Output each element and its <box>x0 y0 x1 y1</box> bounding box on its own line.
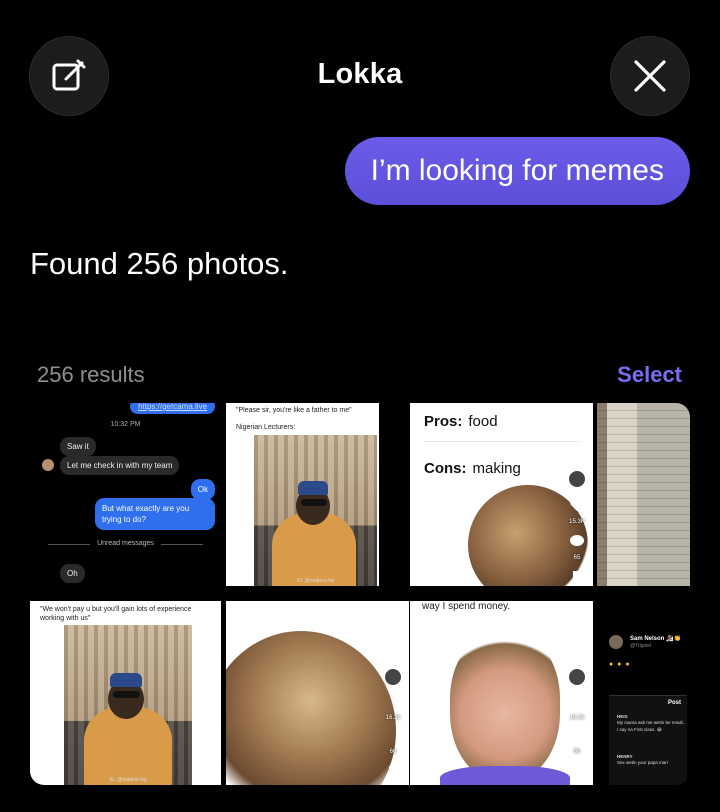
video-actions: 16.3k 66 <box>383 667 403 785</box>
meme-caption: "Please sir, you're like a father to me" <box>236 407 352 414</box>
video-actions: 15.3K 65 913 <box>567 469 587 586</box>
meme-image <box>226 631 396 785</box>
meme-image <box>450 631 560 781</box>
tweet-emoji: ● ● ● <box>609 661 631 668</box>
watermark: IG: @mattesi.mp <box>109 777 147 783</box>
comment-count: 66 <box>573 749 581 755</box>
photo-tile[interactable] <box>597 403 690 586</box>
avatar <box>567 667 587 687</box>
cons-label: Cons: <box>424 460 467 477</box>
photo-tile[interactable]: Pros: food Cons: making 15.3K 65 913 <box>410 403 593 586</box>
chat-message: Saw it <box>60 437 96 456</box>
reply-text: Sex wetin your papa marr <box>617 760 669 765</box>
photo-grid: https://getcama.live 10:32 PM Saw it Let… <box>30 403 690 785</box>
comment-icon <box>570 535 584 546</box>
tweet-handle: @Trigsiel <box>630 643 652 649</box>
like-count: 16.3k <box>385 715 401 721</box>
close-icon <box>634 60 666 92</box>
unread-divider: Unread messages <box>30 540 221 547</box>
tweet-author: Sam Nelson 🏂👏 <box>630 636 681 642</box>
reply-text: My mama ask me wetin be result.. <box>617 720 686 725</box>
comment-count: 65 <box>573 555 581 561</box>
meme-image: IG: @mattesi.mp <box>64 625 192 785</box>
cons-value: making <box>472 460 521 477</box>
photo-tile[interactable]: "Please sir, you're like a father to me"… <box>226 403 379 586</box>
meme-caption: "We won't pay u but you'll gain lots of … <box>40 606 192 622</box>
meme-caption: way I spend money. <box>422 601 511 612</box>
divider <box>424 441 579 442</box>
comment-count: 66 <box>389 749 397 755</box>
chat-message: But what exactly are you trying to do? <box>95 498 215 530</box>
chat-message: Ok <box>190 479 215 500</box>
results-count: 256 results <box>37 362 145 387</box>
close-button[interactable] <box>610 36 690 116</box>
chat-link: https://getcama.live <box>130 403 215 414</box>
avatar <box>567 469 587 489</box>
post-label: Post <box>667 700 681 706</box>
avatar <box>383 667 403 687</box>
like-count: 16.3k <box>569 715 585 721</box>
select-button[interactable]: Select <box>617 362 682 388</box>
photo-tile[interactable]: "We won't pay u but you'll gain lots of … <box>30 601 221 785</box>
meme-image: IG: @mattesi.mp <box>254 435 377 586</box>
chat-message: Let me check in with my team <box>60 456 180 475</box>
photo-tile[interactable]: 16.3k 66 <box>226 601 409 785</box>
chat-message: Oh <box>60 564 85 583</box>
heart-icon <box>570 499 584 511</box>
photo-tile[interactable]: https://getcama.live 10:32 PM Saw it Let… <box>30 403 221 586</box>
photo-tile[interactable]: Sam Nelson 🏂👏 @Trigsiel ● ● ● Post HEIS … <box>597 601 690 785</box>
tweet-replies: Post HEIS My mama ask me wetin be result… <box>609 695 687 785</box>
avatar <box>42 459 54 471</box>
bookmark-icon <box>573 571 581 583</box>
pros-label: Pros: <box>424 413 463 430</box>
meme-caption: Nigerian Lecturers: <box>236 424 296 431</box>
assistant-reply: Found 256 photos. <box>30 246 289 281</box>
like-count: 15.3K <box>569 519 585 525</box>
watermark: IG: @mattesi.mp <box>296 578 335 584</box>
reply-text: I say na First class. 😂 <box>617 727 663 732</box>
avatar <box>609 635 623 649</box>
photo-tile[interactable]: way I spend money. 16.3k 66 <box>410 601 593 785</box>
bookmark-icon <box>573 766 581 778</box>
chat-timestamp: 10:32 PM <box>110 421 141 428</box>
bookmark-icon <box>389 766 397 778</box>
shirt <box>440 766 570 785</box>
pros-value: food <box>468 413 498 430</box>
user-message-bubble: I’m looking for memes <box>344 137 690 205</box>
video-actions: 16.3k 66 <box>567 667 587 785</box>
